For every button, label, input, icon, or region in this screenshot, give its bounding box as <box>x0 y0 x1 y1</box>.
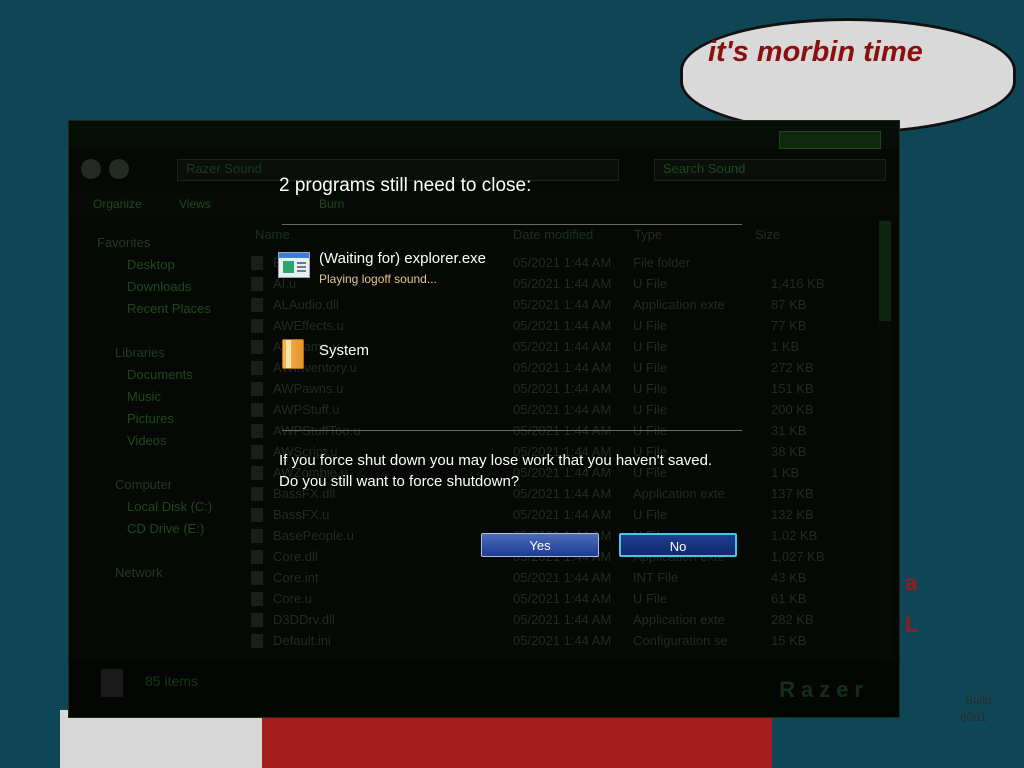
window-icon <box>278 252 310 278</box>
no-button[interactable]: No <box>619 533 737 557</box>
shutdown-dialog: 2 programs still need to close: (Waiting… <box>0 0 1024 768</box>
confirm-question: Do you still want to force shutdown? <box>279 473 520 490</box>
folder-icon <box>282 339 304 369</box>
divider <box>282 224 742 225</box>
program-status: Playing logoff sound... <box>319 272 437 286</box>
divider <box>282 430 742 431</box>
yes-button[interactable]: Yes <box>481 533 599 557</box>
program-name: (Waiting for) explorer.exe <box>319 250 487 267</box>
program-name: System <box>319 342 370 359</box>
warning-text: If you force shut down you may lose work… <box>279 452 713 469</box>
dialog-title: 2 programs still need to close: <box>279 175 532 196</box>
